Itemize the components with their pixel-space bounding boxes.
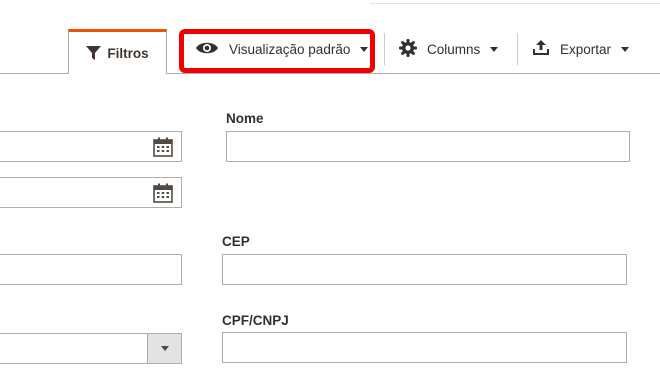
select-filter[interactable] <box>0 333 182 364</box>
view-label: Visualização padrão <box>229 41 351 57</box>
name-input[interactable] <box>226 131 630 162</box>
filters-label: Filtros <box>107 45 149 61</box>
cpf-label: CPF/CNPJ <box>222 313 289 328</box>
tab-filters[interactable]: Filtros <box>68 29 167 74</box>
columns-button[interactable]: Columns <box>399 36 499 62</box>
top-hairline <box>370 3 660 4</box>
columns-label: Columns <box>427 41 481 57</box>
text-filter-input[interactable] <box>0 254 182 285</box>
chevron-down-icon <box>490 46 499 52</box>
date-to-input[interactable] <box>0 177 182 208</box>
select-arrow-button[interactable] <box>147 334 181 363</box>
cep-label: CEP <box>222 234 250 249</box>
cpf-input[interactable] <box>222 332 627 363</box>
eye-icon <box>195 41 219 58</box>
cep-input[interactable] <box>222 254 627 285</box>
upload-icon <box>532 39 550 59</box>
export-label: Exportar <box>560 41 612 57</box>
chevron-down-icon <box>621 46 630 52</box>
chevron-down-icon <box>160 346 169 351</box>
gear-icon <box>399 38 417 60</box>
date-from-input[interactable] <box>0 131 182 162</box>
calendar-icon[interactable] <box>153 137 173 157</box>
chevron-down-icon <box>360 46 369 52</box>
view-selector-button[interactable]: Visualização padrão <box>195 36 369 62</box>
name-label: Nome <box>226 111 264 126</box>
toolbar-separator <box>517 33 518 65</box>
toolbar-separator <box>384 33 385 65</box>
filter-icon <box>86 45 102 61</box>
export-button[interactable]: Exportar <box>532 36 630 62</box>
calendar-icon[interactable] <box>153 183 173 203</box>
